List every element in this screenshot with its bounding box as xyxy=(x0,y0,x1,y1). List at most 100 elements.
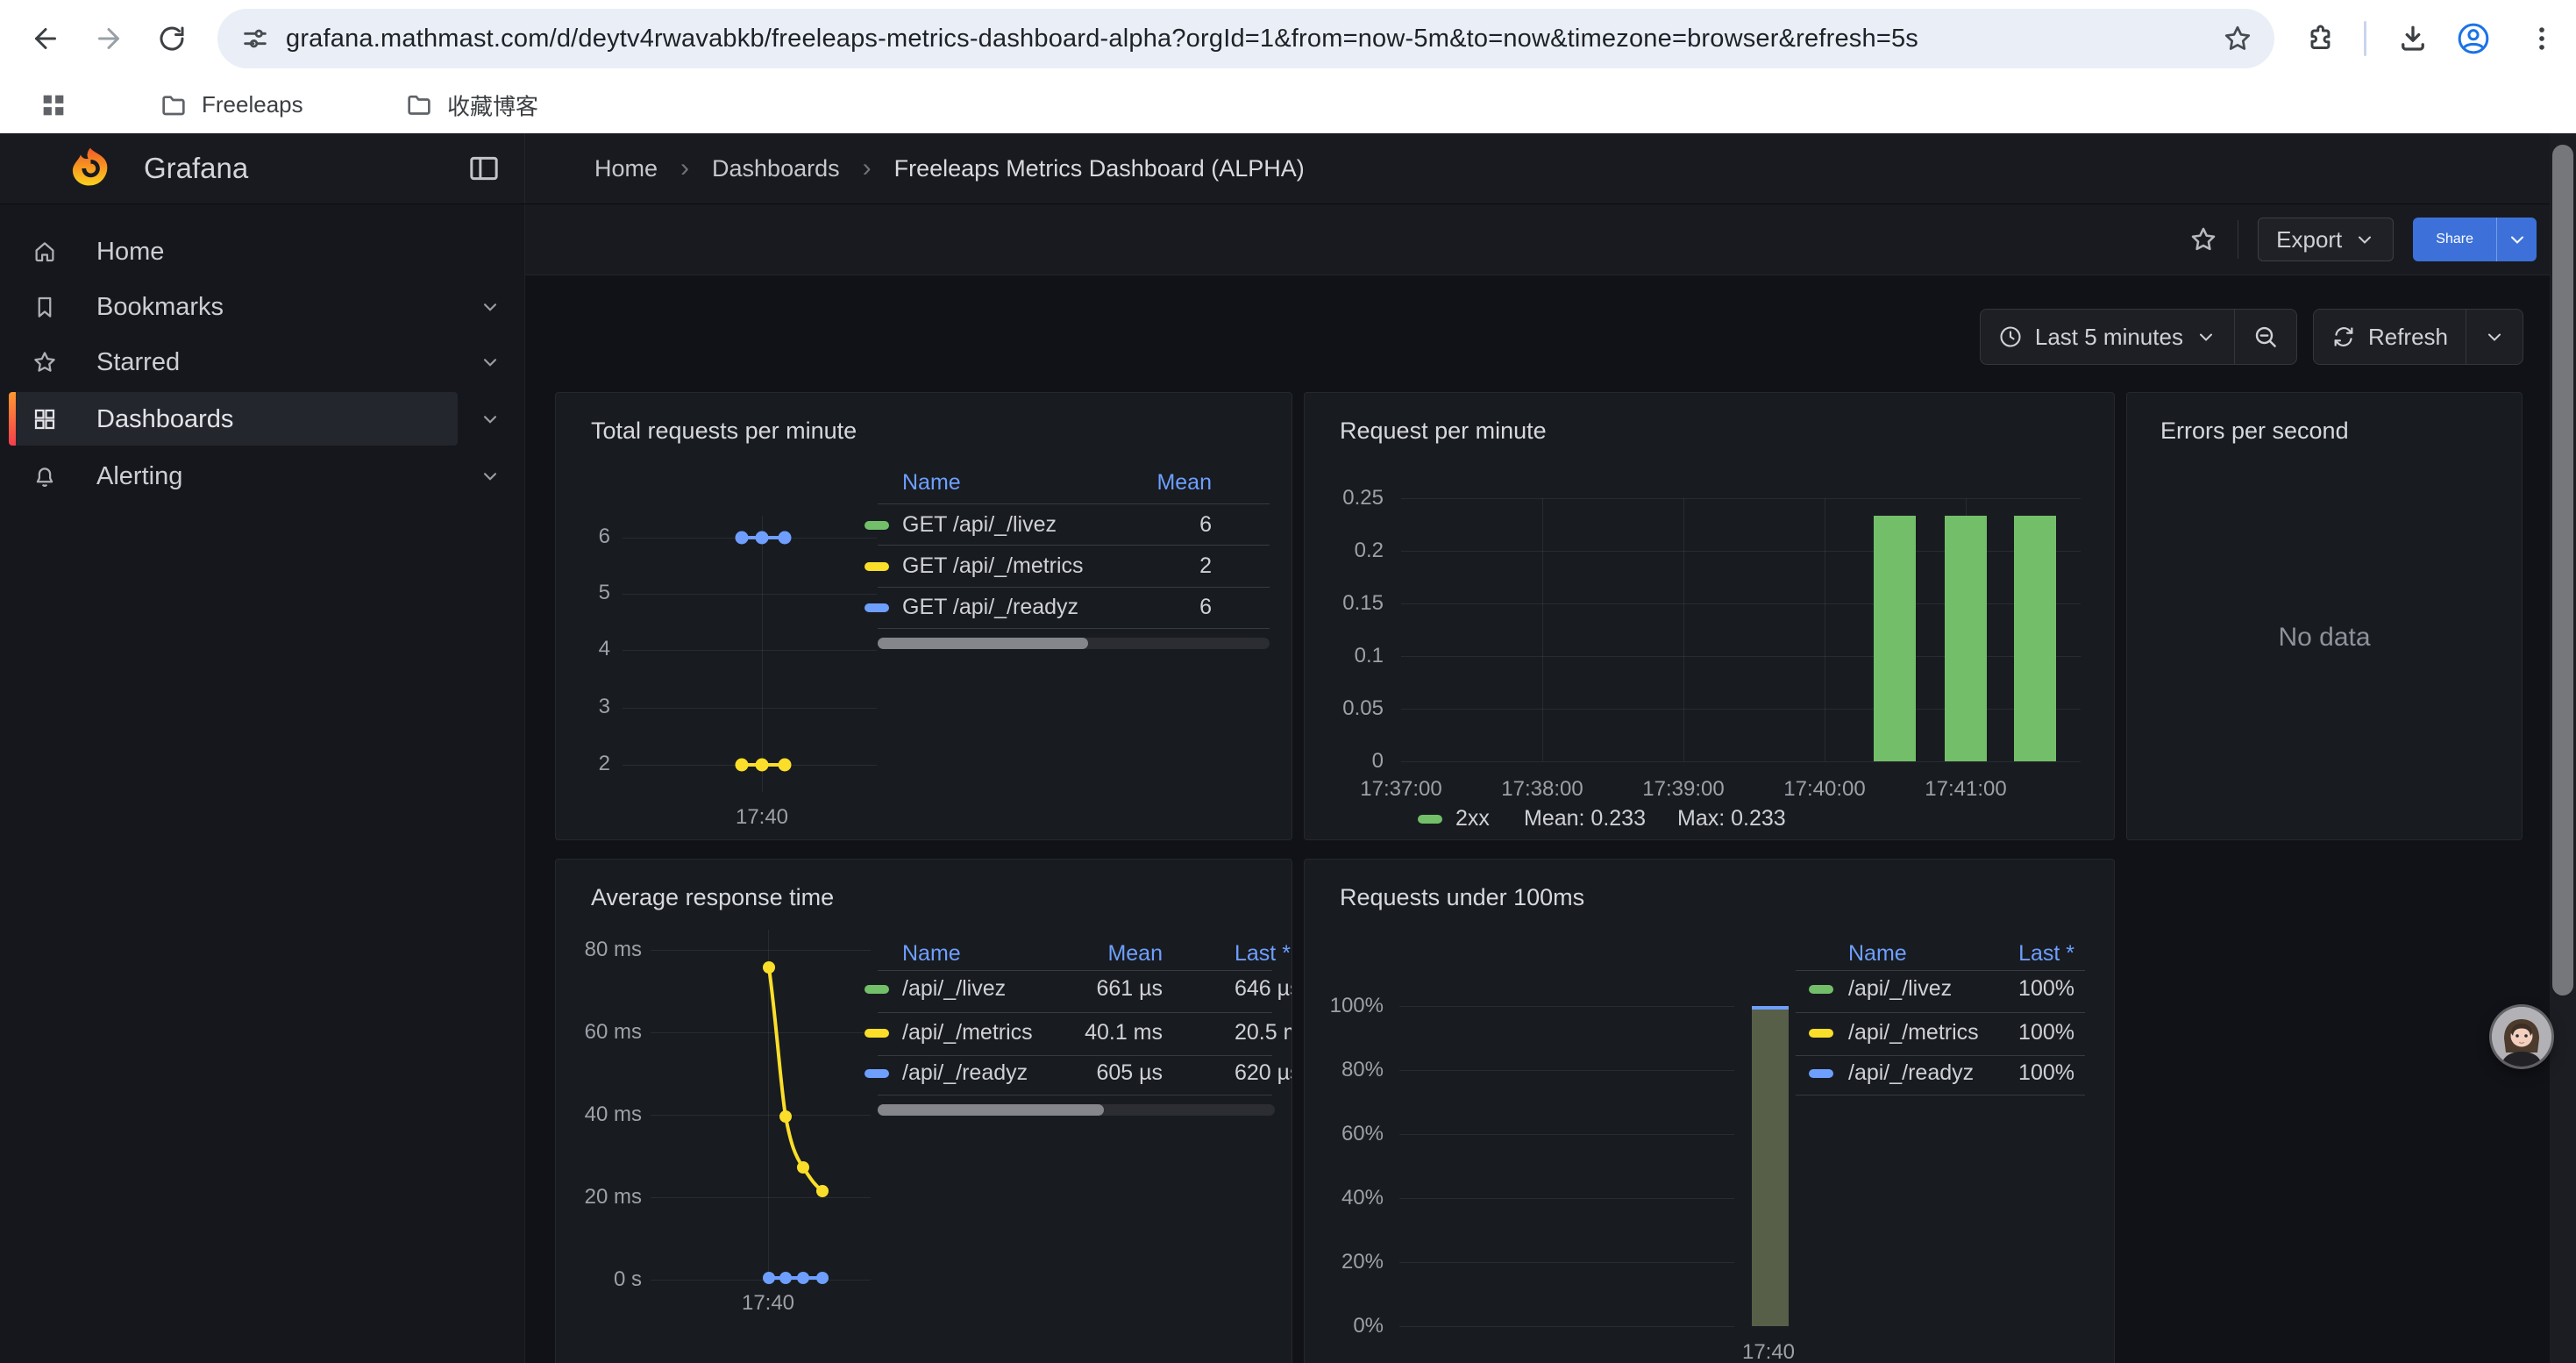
legend-name[interactable]: GET /api/_/readyz xyxy=(902,595,1078,620)
panel-title[interactable]: Request per minute xyxy=(1340,417,1547,445)
series-pill[interactable] xyxy=(865,1069,889,1078)
panel-request-per-minute[interactable]: Request per minute 0.25 0.2 0.15 0.1 0.0… xyxy=(1304,392,2115,840)
series-pill[interactable] xyxy=(865,521,889,530)
legend-col-name[interactable]: Name xyxy=(902,941,961,967)
site-info-icon[interactable] xyxy=(240,24,270,54)
legend-name[interactable]: GET /api/_/livez xyxy=(902,512,1057,538)
series-pill[interactable] xyxy=(865,562,889,571)
panel-title[interactable]: Errors per second xyxy=(2160,417,2349,445)
share-menu-button[interactable] xyxy=(2496,218,2537,261)
series-pill[interactable] xyxy=(865,603,889,612)
panel-total-requests[interactable]: Total requests per minute 6 5 4 3 2 17:4… xyxy=(555,392,1292,840)
series-pill[interactable] xyxy=(1809,1069,1833,1078)
menu-kebab-icon[interactable] xyxy=(2527,24,2557,54)
profile-icon[interactable] xyxy=(2457,22,2490,55)
export-button[interactable]: Export xyxy=(2258,218,2394,261)
legend-mean: 661 µs xyxy=(1096,976,1163,1002)
url-bar[interactable]: grafana.mathmast.com/d/deytv4rwavabkb/fr… xyxy=(217,9,2274,68)
assistant-avatar[interactable] xyxy=(2492,1007,2551,1067)
chevron-down-icon[interactable] xyxy=(479,408,502,431)
grafana-header: Grafana Home › Dashboards › Freeleaps Me… xyxy=(0,133,2576,204)
refresh-button[interactable]: Refresh xyxy=(2314,310,2466,364)
panel-title[interactable]: Requests under 100ms xyxy=(1340,884,1584,911)
share-button-group: Share xyxy=(2413,218,2537,261)
time-range-picker[interactable]: Last 5 minutes xyxy=(1981,310,2234,364)
series-pill[interactable] xyxy=(1809,985,1833,994)
breadcrumb-separator: › xyxy=(680,153,689,183)
panel-requests-under-100ms[interactable]: Requests under 100ms 100% 80% 60% 40% 20… xyxy=(1304,859,2115,1363)
y-tick: 60% xyxy=(1320,1122,1384,1146)
legend-col-last[interactable]: Last * xyxy=(2018,941,2074,967)
bar-2xx xyxy=(1874,516,1916,761)
series-pill[interactable] xyxy=(865,985,889,994)
page-scrollbar[interactable] xyxy=(2550,133,2576,1363)
chevron-down-icon[interactable] xyxy=(479,465,502,488)
folder-icon xyxy=(405,91,433,119)
legend-scrollbar[interactable] xyxy=(878,638,1270,649)
sidebar-item-bookmarks[interactable]: Bookmarks xyxy=(0,280,525,334)
breadcrumb-dashboards[interactable]: Dashboards xyxy=(712,155,840,182)
chevron-down-icon[interactable] xyxy=(479,351,502,374)
legend-mean: 6 xyxy=(1199,512,1212,538)
sidebar-item-starred[interactable]: Starred xyxy=(0,335,525,389)
bookmark-star-icon[interactable] xyxy=(2222,23,2253,54)
bookmark-label: Freeleaps xyxy=(202,91,303,118)
scrollbar-thumb[interactable] xyxy=(2552,145,2573,995)
forward-icon[interactable] xyxy=(93,23,125,54)
panel-title[interactable]: Total requests per minute xyxy=(591,417,857,445)
y-tick: 40% xyxy=(1320,1186,1384,1210)
legend-name[interactable]: /api/_/livez xyxy=(1848,976,1952,1002)
legend-name[interactable]: /api/_/metrics xyxy=(1848,1020,1979,1045)
extensions-icon[interactable] xyxy=(2304,23,2336,54)
sidebar-item-home[interactable]: Home xyxy=(0,225,525,279)
bookmark-folder-freeleaps[interactable]: Freeleaps xyxy=(160,91,303,119)
panel-errors-per-second[interactable]: Errors per second No data xyxy=(2126,392,2523,840)
refresh-interval-button[interactable] xyxy=(2466,310,2523,364)
legend-col-mean[interactable]: Mean xyxy=(1107,941,1163,967)
favorite-star-icon[interactable] xyxy=(2188,225,2218,254)
sidebar-item-alerting[interactable]: Alerting xyxy=(0,449,525,503)
legend-name[interactable]: /api/_/livez xyxy=(902,976,1006,1002)
back-icon[interactable] xyxy=(30,23,61,54)
reload-icon[interactable] xyxy=(156,23,188,54)
panel-toggle-icon[interactable] xyxy=(466,151,502,186)
y-tick: 3 xyxy=(566,695,610,719)
url-text[interactable]: grafana.mathmast.com/d/deytv4rwavabkb/fr… xyxy=(286,25,1918,54)
zoom-out-button[interactable] xyxy=(2235,310,2296,364)
y-tick: 0 xyxy=(1322,749,1384,774)
legend-col-mean[interactable]: Mean xyxy=(1156,470,1212,496)
legend-col-last[interactable]: Last * xyxy=(1235,941,1291,967)
breadcrumb-current: Freeleaps Metrics Dashboard (ALPHA) xyxy=(894,155,1305,182)
download-icon[interactable] xyxy=(2397,23,2429,54)
grafana-logo[interactable] xyxy=(68,146,112,190)
legend-col-name[interactable]: Name xyxy=(902,470,961,496)
legend-mean: 6 xyxy=(1199,595,1212,620)
legend-name[interactable]: GET /api/_/metrics xyxy=(902,553,1084,579)
legend-name[interactable]: /api/_/readyz xyxy=(902,1060,1028,1086)
toolbar-divider xyxy=(2364,21,2366,56)
legend-last: 100% xyxy=(2018,1060,2074,1086)
legend-col-name[interactable]: Name xyxy=(1848,941,1907,967)
x-tick: 17:40 xyxy=(736,805,788,830)
legend-mean: 2 xyxy=(1199,553,1212,579)
x-tick: 17:37:00 xyxy=(1360,777,1441,802)
series-pill[interactable] xyxy=(1809,1029,1833,1038)
legend-mean: 605 µs xyxy=(1096,1060,1163,1086)
bar-2xx xyxy=(1945,516,1987,761)
series-pill[interactable] xyxy=(865,1029,889,1038)
sidebar-item-dashboards[interactable]: Dashboards xyxy=(0,392,525,446)
x-tick: 17:40:00 xyxy=(1783,777,1865,802)
legend-scrollbar[interactable] xyxy=(878,1104,1275,1116)
bell-icon xyxy=(32,463,58,489)
apps-grid-icon[interactable] xyxy=(39,90,68,120)
legend-name[interactable]: /api/_/readyz xyxy=(1848,1060,1974,1086)
breadcrumb-separator: › xyxy=(863,153,872,183)
breadcrumb-home[interactable]: Home xyxy=(594,155,658,182)
chevron-down-icon[interactable] xyxy=(479,296,502,318)
panel-avg-response-time[interactable]: Average response time 80 ms 60 ms 40 ms … xyxy=(555,859,1292,1363)
share-button[interactable]: Share xyxy=(2413,218,2496,261)
series-pill[interactable] xyxy=(1418,815,1442,824)
bookmark-folder-blogs[interactable]: 收藏博客 xyxy=(405,89,538,121)
legend-series[interactable]: 2xx xyxy=(1455,806,1490,831)
legend-name[interactable]: /api/_/metrics xyxy=(902,1020,1033,1045)
